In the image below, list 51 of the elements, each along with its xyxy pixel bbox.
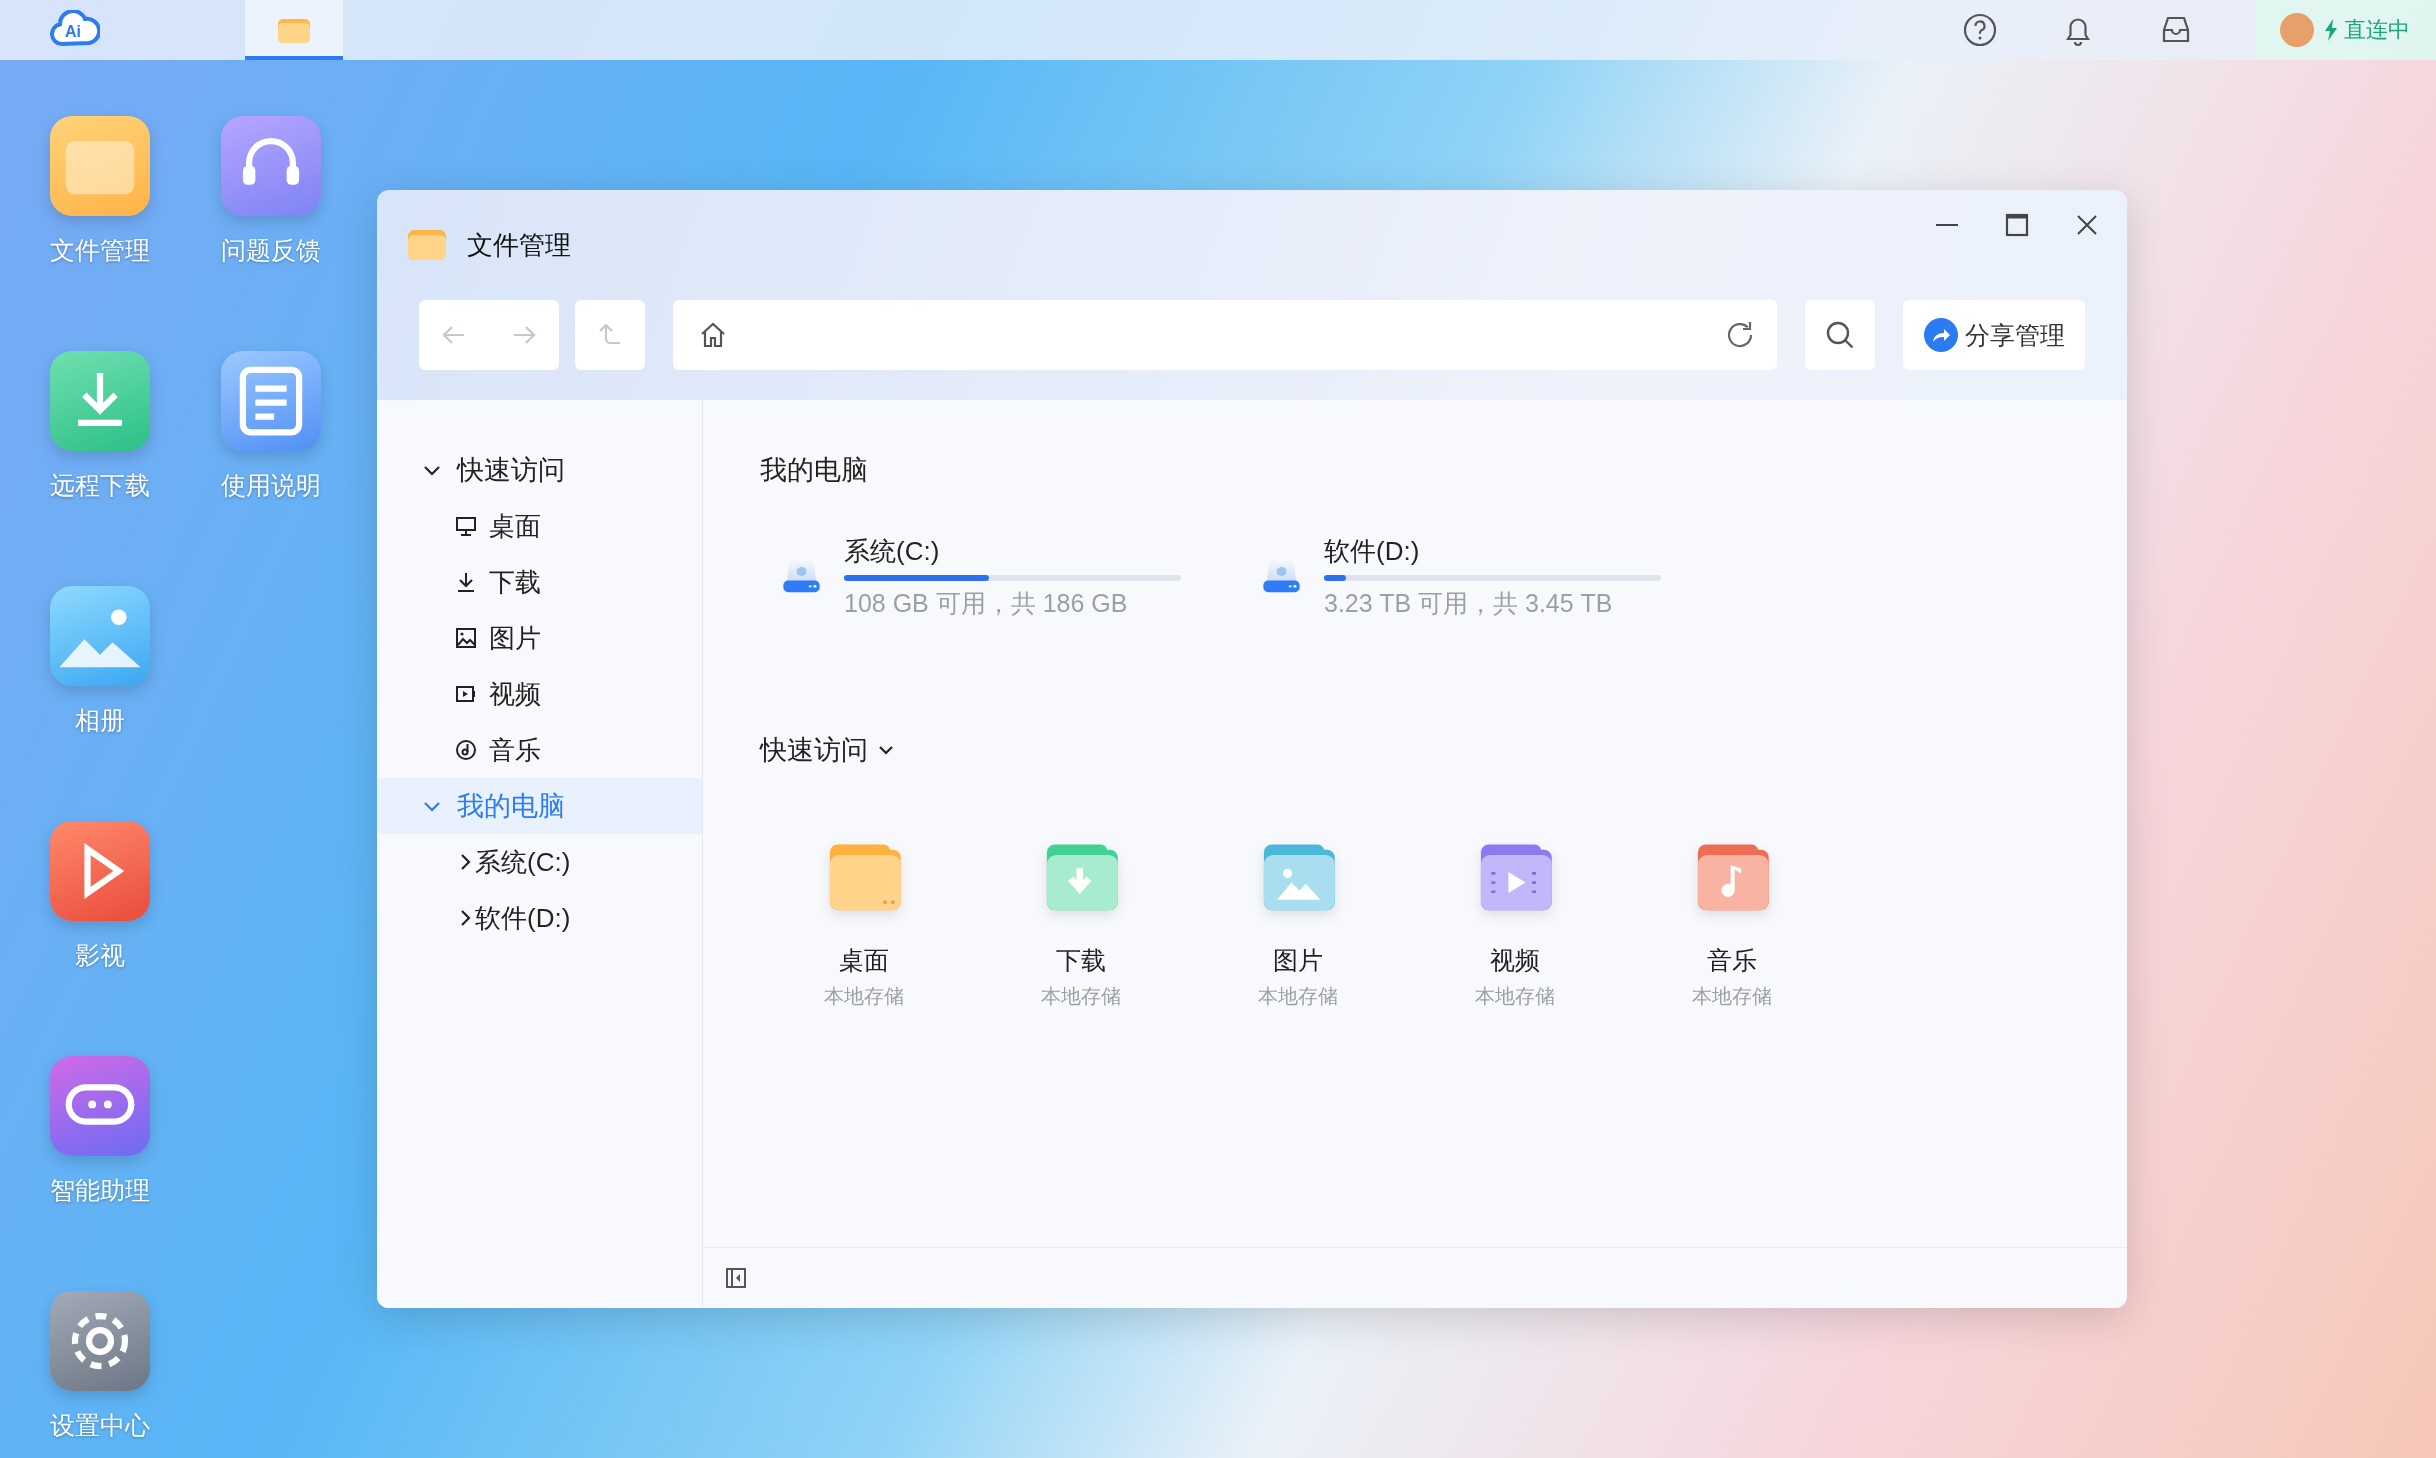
lightning-icon bbox=[2324, 19, 2338, 41]
section-heading: 快速访问 bbox=[760, 734, 868, 767]
drive-capacity: 108 GB 可用，共 186 GB bbox=[844, 588, 1129, 619]
download-icon[interactable] bbox=[50, 351, 150, 451]
collapse-sidebar-icon[interactable] bbox=[725, 1267, 747, 1289]
storage-type-label: 本地存储 bbox=[823, 984, 904, 1009]
storage-type-label: 本地存储 bbox=[1257, 984, 1338, 1009]
settings-icon[interactable] bbox=[50, 1291, 150, 1391]
help-icon[interactable] bbox=[1962, 12, 1998, 48]
section-heading: 我的电脑 bbox=[759, 454, 869, 487]
landscape-photo-icon[interactable] bbox=[50, 586, 150, 686]
chat-bubble-icon[interactable] bbox=[50, 1056, 150, 1156]
storage-type-label: 本地存储 bbox=[1691, 984, 1772, 1009]
sidebar-group[interactable]: 我的电脑 bbox=[377, 778, 702, 834]
avatar[interactable] bbox=[2280, 13, 2314, 47]
folder-label[interactable]: 桌面 bbox=[838, 944, 889, 977]
sidebar-item[interactable]: 音乐 bbox=[377, 722, 702, 778]
headset-icon[interactable] bbox=[221, 116, 321, 216]
maximize-icon[interactable] bbox=[2003, 211, 2031, 239]
document-icon[interactable] bbox=[221, 351, 321, 451]
image-icon bbox=[455, 627, 477, 649]
video-icon bbox=[455, 683, 477, 705]
sidebar-item[interactable]: 系统(C:) bbox=[377, 834, 702, 890]
drive-item[interactable]: 系统(C:) 108 GB 可用，共 186 GB bbox=[781, 534, 1181, 620]
music-disc-icon bbox=[455, 739, 477, 761]
drive-capacity: 3.23 TB 可用，共 3.45 TB bbox=[1324, 588, 1614, 619]
play-icon[interactable] bbox=[50, 821, 150, 921]
sidebar-item[interactable]: 视频 bbox=[377, 666, 702, 722]
sidebar-item[interactable]: 图片 bbox=[377, 610, 702, 666]
connection-status: 直连中 bbox=[2344, 16, 2410, 44]
folder-icon bbox=[407, 229, 447, 261]
drive-name: 软件(D:) bbox=[1324, 535, 1421, 568]
sidebar-item[interactable]: 桌面 bbox=[377, 498, 702, 554]
folder-label[interactable]: 下载 bbox=[1055, 944, 1106, 977]
storage-type-label: 本地存储 bbox=[1474, 984, 1555, 1009]
sidebar-item[interactable]: 软件(D:) bbox=[377, 890, 702, 946]
folder-label[interactable]: 音乐 bbox=[1706, 944, 1757, 977]
search-button[interactable] bbox=[1805, 300, 1875, 370]
drive-item[interactable]: 软件(D:) 3.23 TB 可用，共 3.45 TB bbox=[1261, 534, 1661, 620]
monitor-icon bbox=[455, 515, 477, 537]
folder-label[interactable]: 图片 bbox=[1272, 944, 1323, 977]
folder-icon[interactable] bbox=[50, 116, 150, 216]
sidebar-item[interactable]: 下载 bbox=[377, 554, 702, 610]
storage-type-label: 本地存储 bbox=[1040, 984, 1121, 1009]
folder-tab[interactable] bbox=[245, 0, 343, 60]
drive-name: 系统(C:) bbox=[844, 535, 941, 568]
window-title: 文件管理 bbox=[467, 228, 571, 262]
share-management-button[interactable]: 分享管理 bbox=[1903, 300, 2085, 370]
download-icon bbox=[455, 571, 477, 593]
folder-label[interactable]: 视频 bbox=[1489, 944, 1540, 977]
sidebar-group[interactable]: 快速访问 bbox=[377, 442, 702, 498]
